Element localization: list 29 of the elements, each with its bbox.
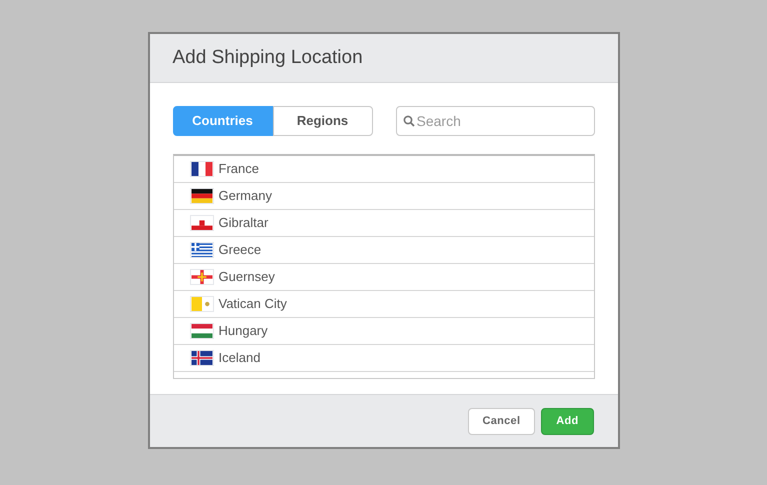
search-icon xyxy=(402,115,414,127)
country-name: Vatican City xyxy=(218,295,287,314)
country-row[interactable]: Vatican City xyxy=(174,291,594,318)
flag-icon xyxy=(190,350,214,366)
country-name: France xyxy=(218,160,259,178)
dialog-title: Add Shipping Location xyxy=(172,46,363,70)
country-row[interactable]: Guernsey xyxy=(174,264,594,291)
flag-icon xyxy=(190,242,214,258)
tab[interactable]: Regions xyxy=(272,106,372,136)
flag-icon xyxy=(190,188,214,204)
country-name: Iceland xyxy=(218,349,260,368)
search-field[interactable]: Search xyxy=(396,106,594,136)
flag-icon xyxy=(190,269,214,285)
country-row[interactable]: Greece xyxy=(174,237,594,264)
flag-icon xyxy=(190,296,214,312)
flag-icon xyxy=(190,323,214,339)
country-name: Germany xyxy=(218,187,272,206)
dialog-button[interactable]: Cancel xyxy=(468,408,536,434)
country-row[interactable]: Gibraltar xyxy=(174,210,594,237)
country-name: Hungary xyxy=(218,322,268,340)
flag-icon xyxy=(190,161,214,177)
country-row[interactable]: Germany xyxy=(174,183,594,210)
country-name: Gibraltar xyxy=(218,214,268,232)
country-row[interactable]: Hungary xyxy=(174,318,594,345)
country-row[interactable]: France xyxy=(174,156,594,183)
flag-icon xyxy=(190,215,214,231)
country-name: Greece xyxy=(218,241,262,260)
country-row[interactable]: Iceland xyxy=(174,345,594,372)
country-name: Guernsey xyxy=(218,268,275,286)
